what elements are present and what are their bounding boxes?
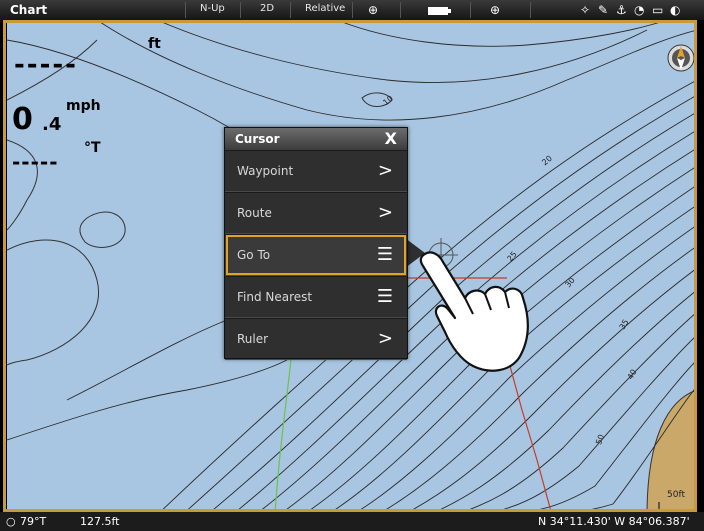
speed-decimal: .4: [42, 114, 62, 135]
menu-item-ruler[interactable]: Ruler >: [225, 318, 407, 360]
menu-item-label: Ruler: [237, 332, 269, 346]
cursor-line-v: [506, 354, 553, 515]
menu-item-label: Route: [237, 206, 272, 220]
position-readout: N 34°11.430' W 84°06.387': [538, 515, 690, 528]
depth-readout: -----: [14, 50, 78, 80]
motion-mode-button[interactable]: Relative: [305, 3, 345, 14]
signal-icon: ▭: [652, 3, 664, 17]
view-mode-button[interactable]: 2D: [260, 3, 274, 14]
submenu-arrow-icon: >: [377, 202, 393, 223]
track-line: [274, 349, 293, 515]
satellite-icon: ✎: [598, 3, 609, 17]
menu-item-route[interactable]: Route >: [225, 192, 407, 234]
battery-icon: [428, 5, 452, 19]
anchor-icon: ⚓: [616, 3, 627, 17]
list-icon: ☰: [376, 244, 393, 265]
submenu-arrow-icon: >: [377, 160, 393, 181]
island-left: [79, 211, 126, 248]
menu-item-go-to[interactable]: Go To ☰: [225, 234, 407, 276]
heading-readout: -----: [12, 150, 59, 174]
close-icon[interactable]: X: [385, 129, 397, 148]
menu-item-waypoint[interactable]: Waypoint >: [225, 150, 407, 192]
speed-unit: mph: [66, 98, 101, 114]
cursor-menu-header: Cursor X: [225, 128, 407, 150]
alarm-icon[interactable]: ◐: [670, 3, 680, 17]
top-status-bar: Chart N-Up 2D Relative ⊕ ⊕ ✧ ✎ ⚓ ◔ ▭ ◐: [0, 0, 704, 20]
submenu-arrow-icon: >: [377, 328, 393, 349]
orientation-button[interactable]: N-Up: [200, 3, 225, 14]
heading-unit: °T: [84, 140, 101, 156]
water-temp-icon: ○: [6, 515, 16, 528]
water-temp: 79°T: [20, 515, 47, 528]
globe-icon[interactable]: ⊕: [368, 3, 378, 17]
menu-item-label: Find Nearest: [237, 290, 313, 304]
pointing-hand-icon: [419, 251, 529, 372]
chart-screen: Chart N-Up 2D Relative ⊕ ⊕ ✧ ✎ ⚓ ◔ ▭ ◐ 1…: [0, 0, 704, 531]
speed-readout: 0: [12, 102, 33, 137]
list-icon: ☰: [376, 286, 393, 307]
crosshair-icon[interactable]: ⊕: [490, 3, 500, 17]
compass-icon: ◔: [634, 3, 645, 17]
north-compass-icon: [667, 44, 695, 72]
cursor-menu: Cursor X Waypoint > Route > Go To ☰ Find…: [224, 127, 408, 360]
depth-unit: ft: [148, 36, 161, 52]
bottom-status-bar: ○ 79°T 127.5ft N 34°11.430' W 84°06.387': [0, 512, 704, 531]
scale-label: 50ft: [667, 490, 685, 500]
fish-icon: ✧: [580, 3, 591, 17]
menu-item-label: Waypoint: [237, 164, 294, 178]
depth-status: 127.5ft: [80, 515, 120, 528]
cursor-menu-title: Cursor: [235, 132, 280, 146]
view-title: Chart: [10, 3, 48, 17]
menu-item-label: Go To: [237, 248, 271, 262]
menu-item-find-nearest[interactable]: Find Nearest ☰: [225, 276, 407, 318]
